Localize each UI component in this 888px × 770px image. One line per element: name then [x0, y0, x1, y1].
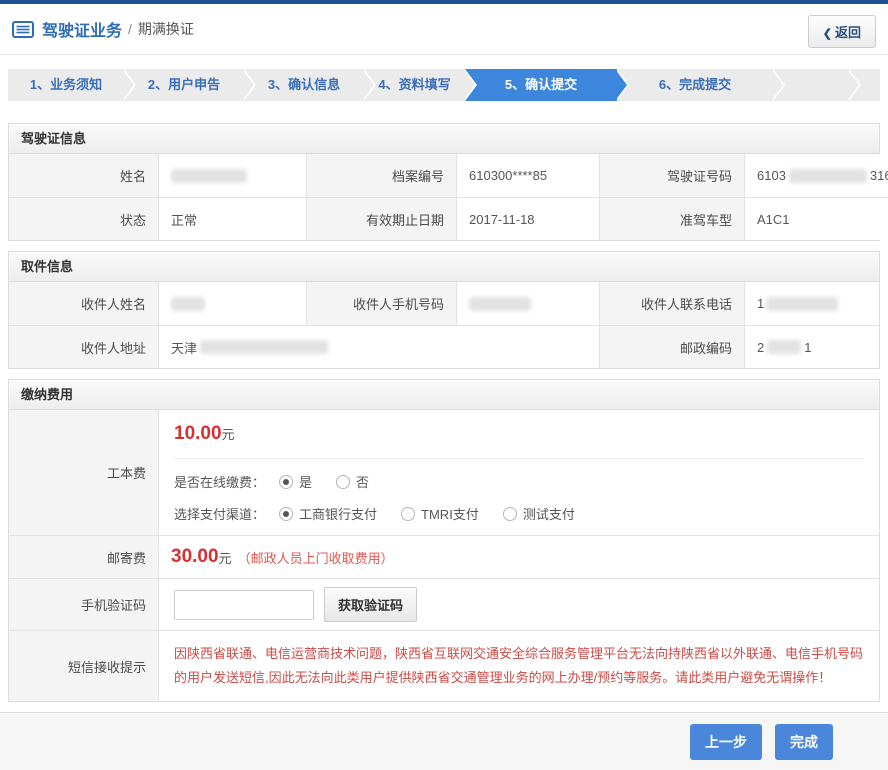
step-3-confirm-info[interactable]: 3、确认信息: [244, 69, 364, 101]
file-no-label: 档案编号: [306, 154, 456, 197]
get-code-button[interactable]: 获取验证码: [324, 587, 417, 622]
radio-test-icon[interactable]: [503, 507, 517, 521]
production-fee-amount: 10.00: [174, 423, 222, 444]
recipient-mobile-value: [456, 282, 599, 325]
vehicle-class-value: A1C1: [744, 197, 888, 240]
recipient-address-value: 天津: [158, 325, 599, 368]
online-pay-no-option[interactable]: 否: [336, 472, 369, 491]
sms-code-input[interactable]: [174, 590, 314, 620]
recipient-name-label: 收件人姓名: [9, 282, 158, 325]
breadcrumb-separator: /: [128, 21, 132, 37]
recipient-address-label: 收件人地址: [9, 325, 158, 368]
step-5-confirm-submit[interactable]: 5、确认提交: [465, 69, 617, 101]
footer-bar: 上一步 完成: [0, 712, 888, 770]
name-value: [158, 154, 306, 197]
license-business-icon: [12, 21, 34, 38]
recipient-mobile-label: 收件人手机号码: [306, 282, 456, 325]
redacted-recipient-phone-blur: [766, 297, 838, 311]
status-value: 正常: [158, 197, 306, 240]
redacted-recipient-name-blur: [171, 297, 205, 311]
step-1-business-notice[interactable]: 1、业务须知: [8, 69, 124, 101]
recipient-phone-value: 1: [744, 282, 879, 325]
previous-step-button[interactable]: 上一步: [690, 724, 762, 760]
step-nav-filler: [773, 69, 880, 101]
radio-icbc-icon[interactable]: [279, 507, 293, 521]
recipient-phone-label: 收件人联系电话: [599, 282, 744, 325]
back-button-label: 返回: [835, 25, 861, 40]
status-label: 状态: [9, 197, 158, 240]
channel-tmri-option[interactable]: TMRI支付: [401, 504, 479, 523]
radio-yes-icon[interactable]: [279, 475, 293, 489]
redacted-recipient-mobile-blur: [469, 297, 531, 311]
vehicle-class-label: 准驾车型: [599, 197, 744, 240]
redacted-name-blur: [171, 169, 247, 183]
expiry-value: 2017-11-18: [456, 197, 599, 240]
sms-code-label: 手机验证码: [9, 578, 158, 630]
yuan-unit: 元: [222, 427, 235, 442]
channel-test-option[interactable]: 测试支付: [503, 504, 575, 523]
step-4-fill-data[interactable]: 4、资料填写: [364, 69, 465, 101]
postcode-value: 21: [744, 325, 879, 368]
radio-tmri-icon[interactable]: [401, 507, 415, 521]
postcode-label: 邮政编码: [599, 325, 744, 368]
sms-code-cell: 获取验证码: [158, 578, 879, 630]
recipient-name-value: [158, 282, 306, 325]
redacted-address-blur: [200, 340, 328, 354]
page-title: 驾驶证业务: [42, 17, 122, 41]
radio-no-icon[interactable]: [336, 475, 350, 489]
sms-tip-label: 短信接收提示: [9, 630, 158, 701]
production-fee-label: 工本费: [9, 410, 158, 535]
license-no-label: 驾驶证号码: [599, 154, 744, 197]
redacted-license-no-blur: [789, 169, 867, 183]
step-navigation: 1、业务须知 2、用户申告 3、确认信息 4、资料填写 5、确认提交 6、完成提…: [8, 69, 880, 101]
channel-icbc-option[interactable]: 工商银行支付: [279, 504, 377, 523]
postage-fee-value: 30.00元 （邮政人员上门收取费用）: [158, 535, 879, 578]
license-no-value: 61033163X: [744, 154, 888, 197]
step-6-complete-submit[interactable]: 6、完成提交: [617, 69, 773, 101]
sms-tip-text: 因陕西省联通、电信运营商技术问题，陕西省互联网交通安全综合服务管理平台无法向持陕…: [174, 631, 879, 701]
online-pay-question: 是否在线缴费：: [174, 472, 265, 491]
expiry-label: 有效期止日期: [306, 197, 456, 240]
back-chevron-icon: ❮: [823, 28, 832, 40]
payment-section-title: 缴纳费用: [9, 380, 879, 410]
postage-amount: 30.00: [171, 546, 219, 568]
license-section-title: 驾驶证信息: [9, 124, 879, 154]
pay-channel-question: 选择支付渠道：: [174, 504, 265, 523]
pickup-section-title: 取件信息: [9, 252, 879, 282]
step-2-user-declaration[interactable]: 2、用户申告: [124, 69, 244, 101]
postage-note: （邮政人员上门收取费用）: [238, 548, 394, 567]
name-label: 姓名: [9, 154, 158, 197]
payment-section: 缴纳费用 工本费 10.00元 是否在线缴费： 是 否 选择支付渠道： 工商银行…: [8, 379, 880, 702]
license-info-section: 驾驶证信息 姓名 档案编号 610300****85 驾驶证号码 6103316…: [8, 123, 880, 241]
page-header: 驾驶证业务 / 期满换证 ❮返回: [0, 4, 888, 55]
production-fee-cell: 10.00元 是否在线缴费： 是 否 选择支付渠道： 工商银行支付 TMRI支付…: [158, 410, 879, 535]
pickup-info-section: 取件信息 收件人姓名 收件人手机号码 收件人联系电话 1 收件人地址 天津 邮政…: [8, 251, 880, 369]
breadcrumb-current: 期满换证: [138, 19, 194, 39]
finish-button[interactable]: 完成: [775, 724, 833, 760]
online-pay-yes-option[interactable]: 是: [279, 472, 312, 491]
file-no-value: 610300****85: [456, 154, 599, 197]
back-button[interactable]: ❮返回: [808, 15, 876, 48]
redacted-postcode-blur: [767, 340, 801, 354]
sms-tip-cell: 因陕西省联通、电信运营商技术问题，陕西省互联网交通安全综合服务管理平台无法向持陕…: [158, 630, 879, 701]
postage-fee-label: 邮寄费: [9, 535, 158, 578]
